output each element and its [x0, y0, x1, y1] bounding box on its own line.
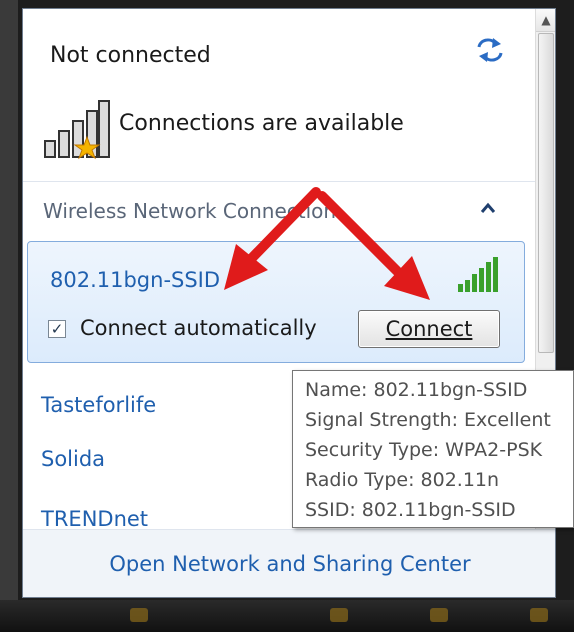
taskbar-icon — [130, 608, 148, 622]
taskbar — [0, 600, 574, 632]
connect-button-label: Connect — [385, 317, 473, 341]
network-tooltip: Name: 802.11bgn-SSID Signal Strength: Ex… — [292, 370, 574, 528]
network-item-selected[interactable]: 802.11bgn-SSID ✓ Connect automatically C… — [27, 241, 525, 363]
tooltip-ssid: SSID: 802.11bgn-SSID — [305, 499, 516, 521]
signal-star-icon — [44, 100, 110, 160]
taskbar-icon — [430, 608, 448, 622]
taskbar-icon — [530, 608, 548, 622]
connect-automatically-checkbox[interactable]: ✓ — [48, 320, 66, 338]
connect-automatically-label: Connect automatically — [80, 316, 317, 340]
status-subtitle: Connections are available — [119, 111, 404, 136]
window-edge — [0, 0, 18, 632]
connect-button[interactable]: Connect — [358, 310, 500, 348]
network-item-trendnet[interactable]: TRENDnet — [41, 507, 148, 529]
taskbar-icon — [330, 608, 348, 622]
refresh-icon[interactable] — [475, 37, 505, 63]
connection-status: Not connected Connections are available — [23, 9, 535, 177]
chevron-up-icon[interactable] — [479, 201, 497, 215]
tooltip-signal: Signal Strength: Excellent — [305, 409, 551, 431]
scroll-thumb[interactable] — [538, 33, 554, 353]
open-network-sharing-center-link[interactable]: Open Network and Sharing Center — [23, 552, 555, 576]
network-ssid: 802.11bgn-SSID — [50, 268, 221, 292]
tooltip-radio: Radio Type: 802.11n — [305, 469, 500, 491]
divider — [23, 181, 535, 182]
section-label: Wireless Network Connection — [43, 199, 337, 223]
status-title: Not connected — [50, 43, 211, 68]
footer: Open Network and Sharing Center — [23, 529, 555, 597]
network-item-solida[interactable]: Solida — [41, 447, 105, 471]
tooltip-name: Name: 802.11bgn-SSID — [305, 379, 528, 401]
section-header-wireless[interactable]: Wireless Network Connection — [23, 183, 535, 235]
tooltip-security: Security Type: WPA2-PSK — [305, 439, 543, 461]
scroll-up-arrow-icon[interactable]: ▲ — [536, 9, 555, 32]
signal-bars-icon — [458, 257, 498, 292]
network-item-tasteforlife[interactable]: Tasteforlife — [41, 393, 156, 417]
